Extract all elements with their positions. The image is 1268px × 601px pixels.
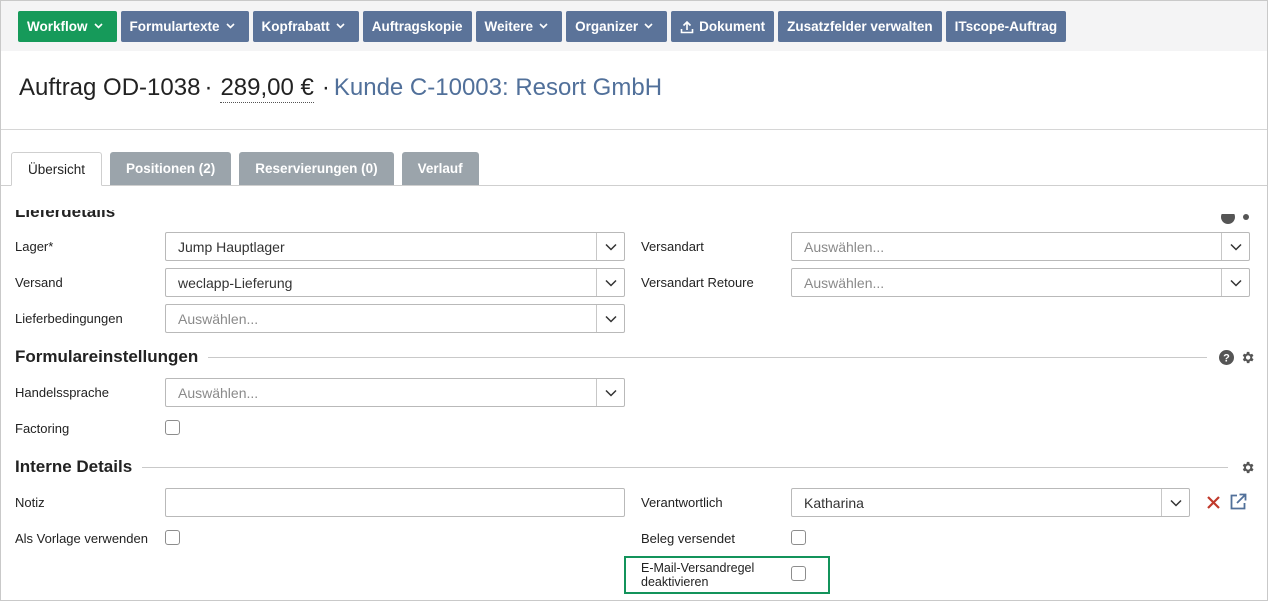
section-heading-lieferdetails: Lieferdetails [15,202,116,221]
chevron-down-icon [93,21,108,32]
page-title: Auftrag OD-1038 · 289,00 € · Kunde C-100… [19,74,662,110]
kopfrabatt-button-label: Kopfrabatt [261,19,330,34]
chevron-down-icon [644,21,658,32]
external-link-icon[interactable] [1228,492,1248,512]
versandart-label: Versandart [641,239,704,254]
versandart-retoure-placeholder: Auswählen... [804,274,885,291]
tab-bar: Übersicht Positionen (2) Reservierungen … [11,152,479,186]
organizer-button[interactable]: Organizer [566,11,668,42]
factoring-label: Factoring [15,421,70,436]
section-divider [15,467,1228,468]
organizer-button-label: Organizer [575,19,639,34]
gear-icon[interactable] [1239,349,1255,365]
email-regel-label-line2: deaktivieren [641,575,709,589]
tab-uebersicht[interactable]: Übersicht [11,152,103,186]
weitere-button-label: Weitere [484,19,534,34]
chevron-down-icon [225,21,240,32]
auftragskopie-button-label: Auftragskopie [371,19,463,34]
gear-icon[interactable] [1243,214,1249,227]
chevron-down-icon [1221,233,1249,260]
email-regel-label: E-Mail-Versandregel deaktivieren [641,561,754,589]
gear-icon[interactable] [1239,459,1255,475]
section-heading-formulareinstellungen: Formulareinstellungen [15,347,209,367]
factoring-checkbox[interactable] [165,420,180,435]
title-separator: · [204,74,213,101]
tab-content: Lieferdetails Lager* Jump Hauptlager Ver… [1,186,1267,600]
help-icon[interactable]: ? [1218,349,1234,365]
vorlage-label: Als Vorlage verwenden [15,531,148,546]
chevron-down-icon [1221,269,1249,296]
close-icon[interactable] [1204,493,1222,511]
chevron-down-icon [1161,489,1189,516]
header-divider [1,129,1267,130]
formulartexte-button[interactable]: Formulartexte [120,11,249,42]
lieferbedingungen-select[interactable]: Auswählen... [165,304,625,333]
notiz-input[interactable] [165,488,625,517]
versand-value: weclapp-Lieferung [178,274,293,291]
section-heading-interne-details: Interne Details [15,457,143,477]
lieferbedingungen-placeholder: Auswählen... [178,310,259,327]
tab-positionen[interactable]: Positionen (2) [110,152,232,185]
versandart-retoure-label: Versandart Retoure [641,275,754,290]
chevron-down-icon [596,233,624,260]
email-regel-checkbox[interactable] [791,566,806,581]
chevron-down-icon [336,21,350,32]
auftragskopie-button[interactable]: Auftragskopie [362,11,472,42]
handelssprache-label: Handelssprache [15,385,109,400]
handelssprache-placeholder: Auswählen... [178,384,259,401]
chevron-down-icon [596,269,624,296]
versand-label: Versand [15,275,63,290]
section-icons-lieferdetails [1221,214,1249,227]
versandart-retoure-select[interactable]: Auswählen... [791,268,1250,297]
order-detail-window: Workflow Formulartexte Kopfrabatt Auftra… [0,0,1268,601]
order-amount[interactable]: 289,00 € [220,74,314,103]
lager-value: Jump Hauptlager [178,238,285,255]
handelssprache-select[interactable]: Auswählen... [165,378,625,407]
verantwortlich-value: Katharina [804,494,864,511]
itscope-button[interactable]: ITscope-Auftrag [945,11,1067,42]
itscope-button-label: ITscope-Auftrag [954,19,1058,34]
versand-select[interactable]: weclapp-Lieferung [165,268,625,297]
beleg-versendet-label: Beleg versendet [641,531,735,546]
lager-label: Lager* [15,239,54,254]
svg-text:?: ? [1223,352,1230,364]
action-toolbar: Workflow Formulartexte Kopfrabatt Auftra… [1,1,1267,51]
tab-verlauf[interactable]: Verlauf [401,152,479,185]
versandart-select[interactable]: Auswählen... [791,232,1250,261]
chevron-down-icon [539,21,553,32]
verantwortlich-select[interactable]: Katharina [791,488,1190,517]
beleg-versendet-checkbox[interactable] [791,530,806,545]
order-number: Auftrag OD-1038 [19,74,201,101]
kopfrabatt-button[interactable]: Kopfrabatt [252,11,359,42]
notiz-label: Notiz [15,495,45,510]
vorlage-checkbox[interactable] [165,530,180,545]
chevron-down-icon [596,379,624,406]
lager-select[interactable]: Jump Hauptlager [165,232,625,261]
tab-reservierungen[interactable]: Reservierungen (0) [239,152,394,185]
title-separator: · [321,74,330,101]
versandart-placeholder: Auswählen... [804,238,885,255]
workflow-button-label: Workflow [27,19,88,34]
weitere-button[interactable]: Weitere [475,11,563,42]
help-icon[interactable] [1221,214,1235,227]
dokument-button-label: Dokument [699,19,766,34]
customer-link[interactable]: Kunde C-10003: Resort GmbH [334,74,662,102]
formulartexte-button-label: Formulartexte [129,19,220,34]
email-regel-label-line1: E-Mail-Versandregel [641,561,755,575]
zusatzfelder-button[interactable]: Zusatzfelder verwalten [778,11,942,42]
zusatzfelder-button-label: Zusatzfelder verwalten [787,19,933,34]
upload-icon [680,20,699,34]
dokument-button[interactable]: Dokument [671,11,775,42]
workflow-button[interactable]: Workflow [18,11,117,42]
chevron-down-icon [596,305,624,332]
verantwortlich-label: Verantwortlich [641,495,723,510]
lieferbedingungen-label: Lieferbedingungen [15,311,123,326]
